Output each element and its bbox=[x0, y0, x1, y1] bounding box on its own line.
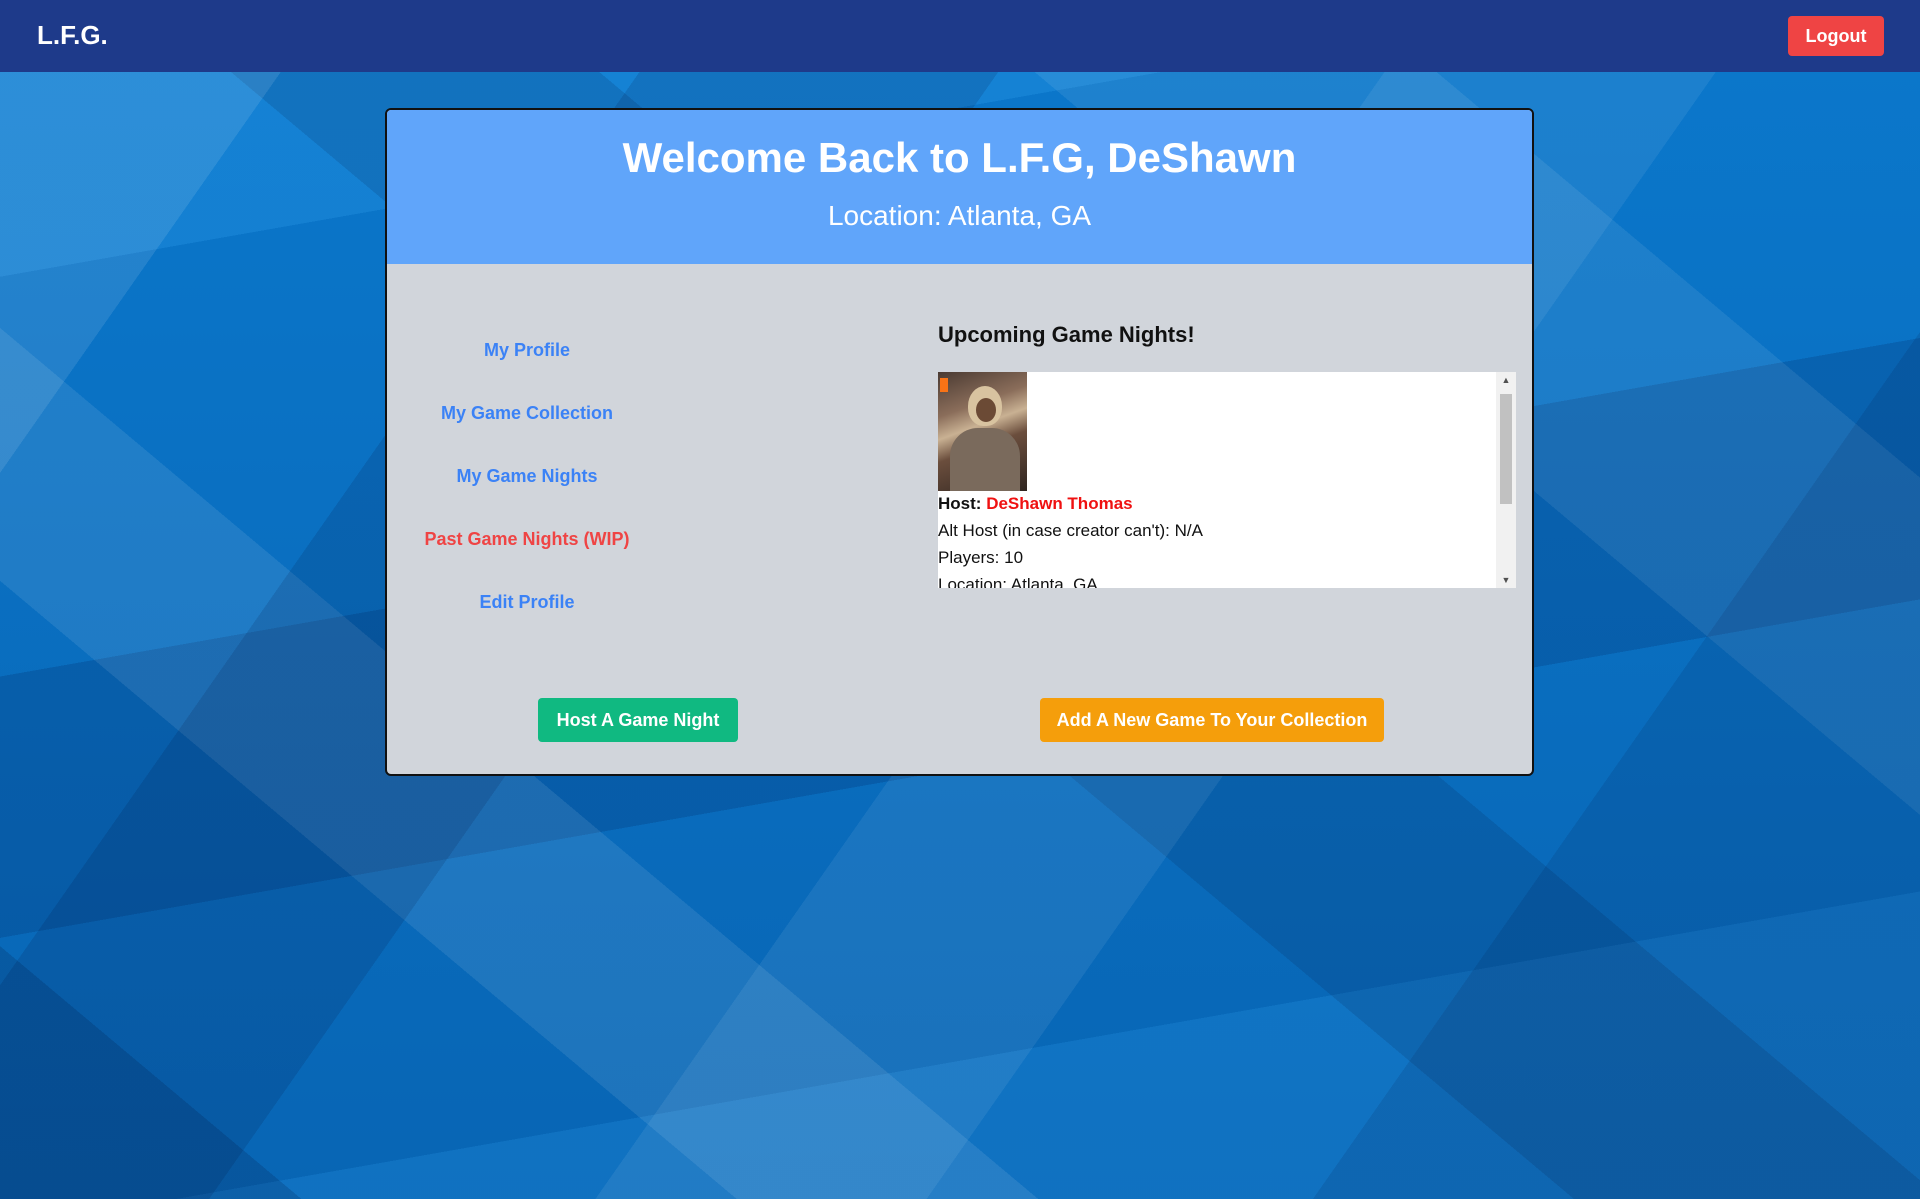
host-name-link[interactable]: DeShawn Thomas bbox=[986, 494, 1132, 513]
upcoming-game-nights-title: Upcoming Game Nights! bbox=[938, 322, 1195, 347]
host-avatar bbox=[938, 372, 1027, 491]
dashboard-card: Welcome Back to L.F.G, DeShawn Location:… bbox=[385, 108, 1534, 776]
scroll-thumb[interactable] bbox=[1500, 394, 1512, 504]
card-header: Welcome Back to L.F.G, DeShawn Location:… bbox=[387, 110, 1532, 264]
my-profile-link[interactable]: My Profile bbox=[387, 340, 667, 361]
event-location: Location: Atlanta, GA bbox=[938, 575, 1098, 588]
user-location: Location: Atlanta, GA bbox=[827, 200, 1092, 231]
edit-profile-link[interactable]: Edit Profile bbox=[387, 592, 667, 613]
event-players: Players: 10 bbox=[938, 548, 1024, 567]
event-alt-host: Alt Host (in case creator can't): N/A bbox=[938, 521, 1203, 540]
scroll-up-icon[interactable]: ▲ bbox=[1496, 372, 1516, 388]
scroll-down-icon[interactable]: ▼ bbox=[1496, 572, 1516, 588]
event-host: Host: DeShawn Thomas bbox=[938, 494, 1133, 514]
my-game-collection-link[interactable]: My Game Collection bbox=[387, 403, 667, 424]
upcoming-events-list[interactable]: Host: DeShawn Thomas Alt Host (in case c… bbox=[938, 372, 1516, 588]
host-game-night-button[interactable]: Host A Game Night bbox=[538, 698, 738, 742]
microphone-icon bbox=[940, 378, 948, 392]
events-scrollbar[interactable]: ▲ ▼ bbox=[1496, 372, 1516, 588]
logout-button[interactable]: Logout bbox=[1788, 16, 1884, 56]
host-label: Host: bbox=[938, 494, 982, 513]
welcome-title: Welcome Back to L.F.G, DeShawn bbox=[622, 134, 1297, 181]
past-game-nights-link[interactable]: Past Game Nights (WIP) bbox=[387, 529, 667, 550]
brand-logo[interactable]: L.F.G. bbox=[37, 20, 108, 51]
top-navbar: L.F.G. Logout bbox=[0, 0, 1920, 72]
my-game-nights-link[interactable]: My Game Nights bbox=[387, 466, 667, 487]
add-game-button[interactable]: Add A New Game To Your Collection bbox=[1040, 698, 1384, 742]
